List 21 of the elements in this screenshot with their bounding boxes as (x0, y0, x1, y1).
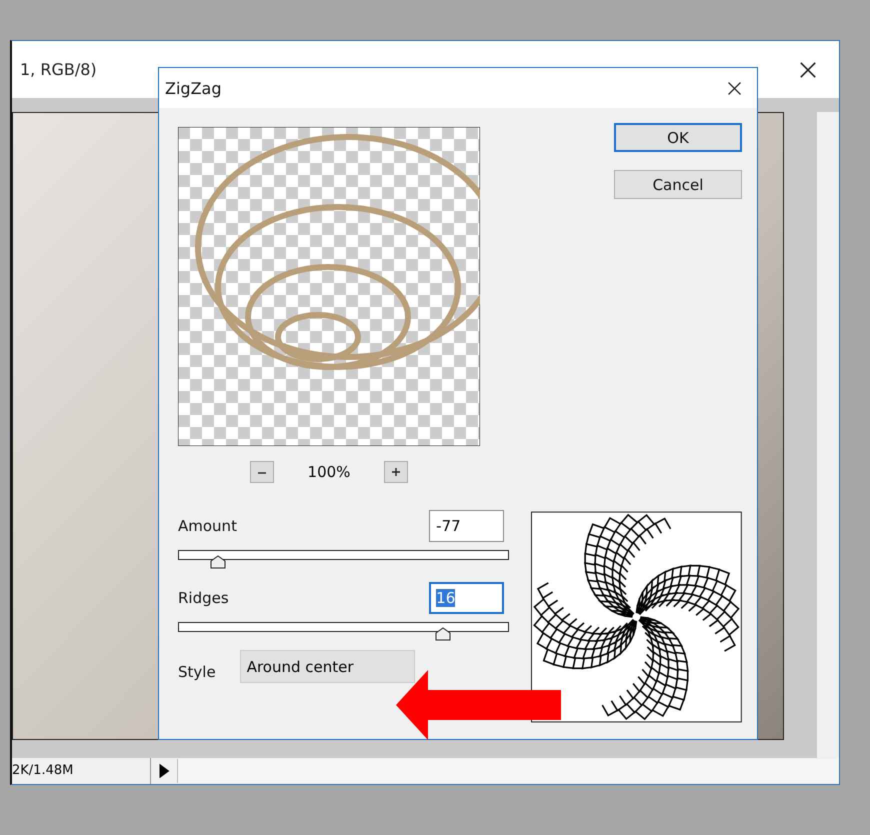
input-field[interactable]: -77 (429, 510, 504, 542)
input-field[interactable]: 16 (429, 582, 504, 614)
slider[interactable] (178, 622, 510, 642)
zoom-out-button[interactable] (250, 461, 274, 483)
dialog-title: ZigZag (165, 78, 222, 98)
vertical-scrollbar[interactable] (817, 112, 839, 758)
field-label: Style (178, 662, 216, 680)
plus-icon (391, 467, 402, 477)
ok-button[interactable]: OK (614, 123, 742, 152)
field-label: Amount (178, 517, 237, 535)
status-text: 2K/1.48M (12, 758, 151, 784)
slider[interactable] (178, 550, 510, 570)
style-dropdown[interactable]: Around center (240, 650, 415, 683)
close-icon[interactable] (726, 80, 743, 96)
cancel-button[interactable]: Cancel (614, 170, 742, 199)
zoom-in-button[interactable] (384, 461, 408, 483)
field-label: Ridges (178, 589, 229, 607)
window-title: 1, RGB/8) (20, 60, 97, 79)
horizontal-scrollbar[interactable] (177, 759, 839, 783)
zoom-level: 100% (308, 463, 350, 481)
close-icon[interactable] (799, 60, 817, 78)
